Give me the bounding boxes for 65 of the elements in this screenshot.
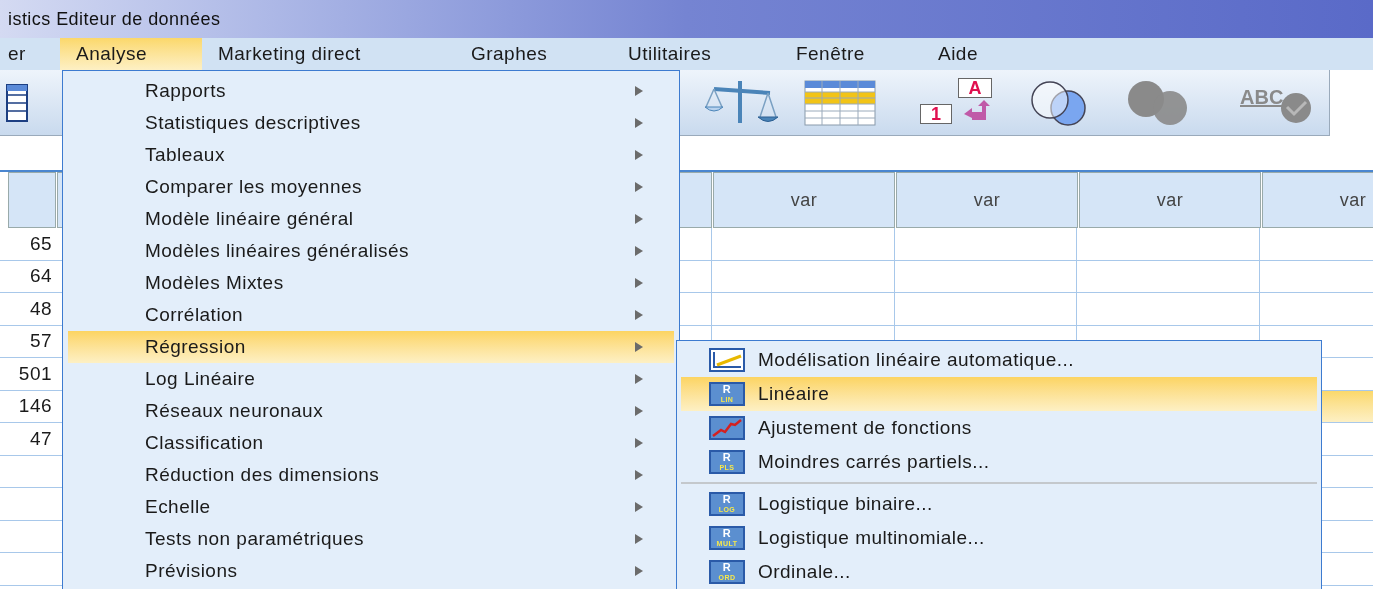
letter-tag: A [958,77,992,98]
submenu-arrow-icon [634,437,644,449]
menu-item[interactable]: Classification [68,427,674,459]
menu-item[interactable]: Log Linéaire [68,363,674,395]
menu-item[interactable]: Modèles Mixtes [68,267,674,299]
table-cell-text: 64 [28,264,53,288]
submenu-arrow-icon [634,309,644,321]
submenu-arrow-icon [634,117,644,129]
menu-item[interactable]: Modèle linéaire général [68,203,674,235]
submenu-arrow-icon [634,373,644,385]
menu-item[interactable]: Graphes [455,38,612,70]
menu-item[interactable]: Réduction des dimensions [68,459,674,491]
column-header: var [1262,172,1373,228]
number-tag: 1 [920,103,952,124]
submenu-arrow-icon [634,181,644,193]
menu-item[interactable]: Tests non paramétriques [68,523,674,555]
menu-item[interactable]: Prévisions [68,555,674,587]
submenu-arrow-icon [634,469,644,481]
submenu-arrow-icon [634,245,644,257]
table-cell-text: 501 [17,361,53,386]
table-cell-text: 146 [17,394,53,418]
table-cell-text: 48 [28,296,53,321]
submenu-arrow-icon [634,341,644,353]
menu-item[interactable]: Fenêtre [780,38,922,70]
curve-chart-icon [709,416,745,440]
submenu-arrow-icon [634,277,644,289]
icon-letter: R [722,452,732,463]
value-labels-icon[interactable]: A 1 [920,77,1002,128]
column-header: var [713,172,895,228]
menu-item[interactable]: Utilitaires [612,38,780,70]
submenu-arrow-icon [634,405,644,417]
submenu-arrow-icon [634,149,644,161]
menu-item[interactable]: Tableaux [68,139,674,171]
table-cell-text: 57 [28,329,53,353]
menu-item[interactable]: Réseaux neuronaux [68,395,674,427]
menu-item[interactable]: Aide [922,38,1042,70]
icon-letter: R [722,562,732,573]
column-header: var [1079,172,1261,228]
menu-item[interactable]: Modélisation linéaire automatique... [681,343,1317,377]
table-cell-text: 47 [28,426,53,451]
icon-letter: R [722,384,732,395]
submenu-arrow-icon [634,565,644,577]
table-icon[interactable] [804,79,876,126]
window-title: istics Editeur de données [8,7,221,31]
icon-letter: R [722,528,732,539]
submenu-arrow-icon [634,533,644,545]
menu-item[interactable]: Régression [68,331,674,363]
submenu-arrow-icon [634,85,644,97]
menu-item[interactable]: Marketing direct [202,38,455,70]
submenu-arrow-icon [634,501,644,513]
menu-item[interactable]: Ajustement de fonctions [681,411,1317,445]
menu-item[interactable]: Analyse [60,38,202,70]
submenu-arrow-icon [634,213,644,225]
spell-text: ABC [1240,84,1284,110]
menu-item[interactable]: Modèles linéaires généralisés [68,235,674,267]
menu-item[interactable]: er [0,38,60,70]
line-chart-icon [709,348,745,372]
menu-item[interactable]: Echelle [68,491,674,523]
menu-item[interactable]: Statistiques descriptives [68,107,674,139]
column-header: var [896,172,1078,228]
menu-item[interactable]: Rapports [68,75,674,107]
menu-item[interactable]: Corrélation [68,299,674,331]
menu-item[interactable]: Comparer les moyennes [68,171,674,203]
table-cell-text: 65 [28,231,53,256]
icon-letter: R [722,494,732,505]
